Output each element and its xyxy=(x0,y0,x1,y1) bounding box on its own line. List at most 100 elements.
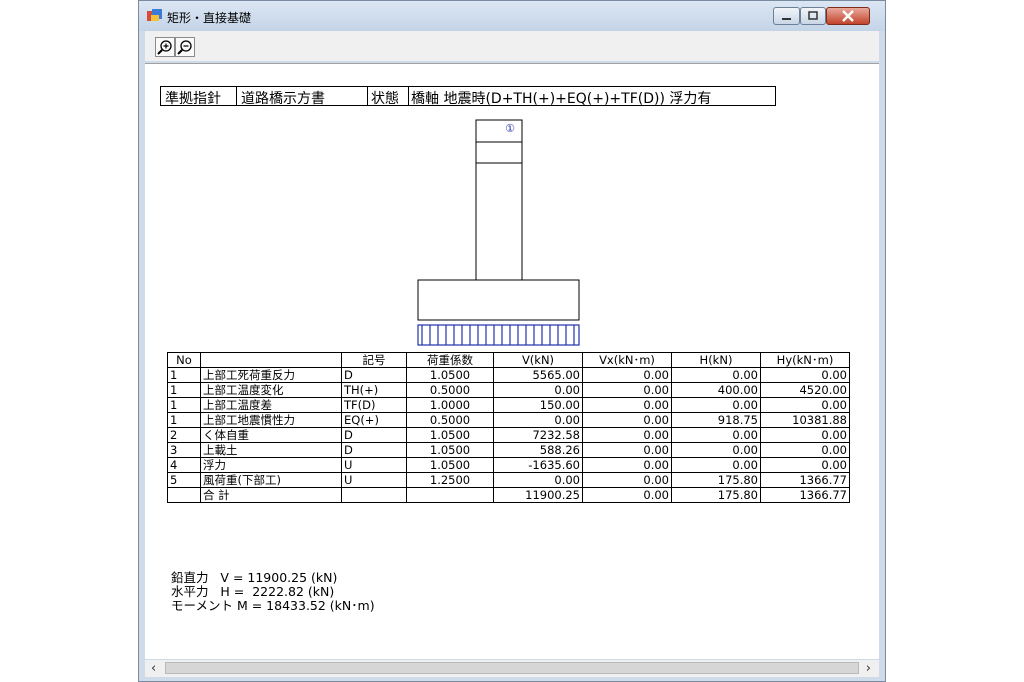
table-cell: 1.0500 xyxy=(406,442,494,458)
table-cell: 0.00 xyxy=(671,442,761,458)
scroll-left-icon[interactable]: ‹ xyxy=(151,660,156,677)
table-cell: D xyxy=(341,367,407,383)
title-bar: 矩形・直接基礎 xyxy=(139,1,885,31)
table-cell: 588.26 xyxy=(493,442,583,458)
table-cell: 4 xyxy=(167,457,201,473)
table-cell: TF(D) xyxy=(341,397,407,413)
minimize-icon xyxy=(782,18,791,20)
table-cell: 1.0500 xyxy=(406,367,494,383)
table-cell: 0.00 xyxy=(760,427,850,443)
table-header: No 記号 荷重係数 V(kN) Vx(kN･m) H(kN) Hy(kN･m) xyxy=(167,352,850,368)
table-cell: 0.00 xyxy=(671,457,761,473)
table-cell: 1.2500 xyxy=(406,472,494,488)
table-cell: No xyxy=(167,352,201,368)
table-cell: 1366.77 xyxy=(760,472,850,488)
state-value: 橋軸 地震時(D+TH(+)+EQ(+)+TF(D)) 浮力有 xyxy=(411,91,712,107)
table-cell: 0.00 xyxy=(493,412,583,428)
table-row: 1 上部工温度差 TF(D) 1.0000 150.00 0.00 0.00 0.00 xyxy=(167,397,850,413)
table-cell: 記号 xyxy=(341,352,407,368)
table-cell: 1 xyxy=(167,367,201,383)
table-cell: 11900.25 xyxy=(493,487,583,503)
table-row: 1 上部工死荷重反力 D 1.0500 5565.00 0.00 0.00 0.00 xyxy=(167,367,850,383)
horizontal-force: 水平力 H = 2222.82 (kN) xyxy=(171,584,335,599)
table-cell: 5 xyxy=(167,472,201,488)
result-summary: 鉛直力 V = 11900.25 (kN) 水平力 H = 2222.82 (k… xyxy=(171,571,375,613)
table-total-row: 合 計 11900.25 0.00 175.80 1366.77 xyxy=(167,487,850,503)
table-cell: 4520.00 xyxy=(760,382,850,398)
zoom-in-button[interactable] xyxy=(155,37,175,57)
table-cell xyxy=(200,352,342,368)
table-cell: V(kN) xyxy=(493,352,583,368)
table-cell: 175.80 xyxy=(671,472,761,488)
table-cell: 0.00 xyxy=(760,442,850,458)
table-cell: 10381.88 xyxy=(760,412,850,428)
moment: モーメント M = 18433.52 (kN･m) xyxy=(171,598,375,613)
criteria-value: 道路橋示方書 xyxy=(241,91,325,107)
criteria-header: 準拠指針 道路橋示方書 状態 橋軸 地震時(D+TH(+)+EQ(+)+TF(D… xyxy=(160,86,776,107)
table-cell: 上部工温度差 xyxy=(200,397,342,413)
table-cell: 0.00 xyxy=(760,367,850,383)
table-cell xyxy=(341,487,407,503)
table-row: 1 上部工地震慣性力 EQ(+) 0.5000 0.00 0.00 918.75 10381.… xyxy=(167,412,850,428)
criteria-label: 準拠指針 xyxy=(165,91,221,107)
table-cell: 0.00 xyxy=(760,457,850,473)
table-cell: 上載土 xyxy=(200,442,342,458)
maximize-icon xyxy=(808,11,818,20)
table-cell: 0.00 xyxy=(582,367,672,383)
window-title: 矩形・直接基礎 xyxy=(167,11,252,25)
table-cell: 0.00 xyxy=(582,427,672,443)
table-cell xyxy=(406,487,494,503)
table-cell: 0.5000 xyxy=(406,382,494,398)
scroll-thumb[interactable] xyxy=(165,662,859,674)
table-cell: 0.00 xyxy=(671,367,761,383)
minimize-button[interactable] xyxy=(773,7,800,25)
table-cell: 0.00 xyxy=(760,397,850,413)
toolbar xyxy=(145,31,879,61)
table-cell: 1.0500 xyxy=(406,427,494,443)
table-cell: -1635.60 xyxy=(493,457,583,473)
table-row: 2 く体自重 D 1.0500 7232.58 0.00 0.00 0.00 xyxy=(167,427,850,443)
close-button[interactable] xyxy=(826,7,870,25)
pier-marker: ① xyxy=(505,122,515,135)
table-cell xyxy=(167,487,201,503)
table-cell: TH(+) xyxy=(341,382,407,398)
table-cell: 1 xyxy=(167,382,201,398)
table-cell: 風荷重(下部工) xyxy=(200,472,342,488)
table-cell: D xyxy=(341,427,407,443)
zoom-in-icon xyxy=(157,40,172,55)
scroll-right-icon[interactable]: › xyxy=(866,660,871,677)
table-cell: 0.00 xyxy=(582,382,672,398)
table-cell: 150.00 xyxy=(493,397,583,413)
table-cell: 2 xyxy=(167,427,201,443)
table-cell: 上部工死荷重反力 xyxy=(200,367,342,383)
table-cell: U xyxy=(341,472,407,488)
table-cell: 0.00 xyxy=(582,457,672,473)
table-row: 4 浮力 U 1.0500 -1635.60 0.00 0.00 0.00 xyxy=(167,457,850,473)
table-cell: 400.00 xyxy=(671,382,761,398)
table-cell: Hy(kN･m) xyxy=(760,352,850,368)
horizontal-scrollbar[interactable]: ‹ › xyxy=(145,660,879,677)
zoom-out-button[interactable] xyxy=(175,37,195,57)
maximize-button[interactable] xyxy=(800,7,826,25)
table-cell: Vx(kN･m) xyxy=(582,352,672,368)
table-row: 5 風荷重(下部工) U 1.2500 0.00 0.00 175.80 1366.77 xyxy=(167,472,850,488)
table-cell: 合 計 xyxy=(200,487,342,503)
vertical-force: 鉛直力 V = 11900.25 (kN) xyxy=(171,570,338,585)
state-label: 状態 xyxy=(371,91,399,107)
table-cell: 0.00 xyxy=(493,472,583,488)
table-cell: 0.00 xyxy=(582,397,672,413)
table-cell: H(kN) xyxy=(671,352,761,368)
table-cell: 1.0000 xyxy=(406,397,494,413)
close-icon xyxy=(842,10,854,22)
table-cell: 175.80 xyxy=(671,487,761,503)
app-icon xyxy=(147,9,162,21)
table-cell: 0.00 xyxy=(493,382,583,398)
table-cell: 918.75 xyxy=(671,412,761,428)
table-cell: 0.00 xyxy=(671,427,761,443)
table-cell: 上部工温度変化 xyxy=(200,382,342,398)
table-cell: 1 xyxy=(167,412,201,428)
table-cell: 0.00 xyxy=(582,442,672,458)
table-cell: 7232.58 xyxy=(493,427,583,443)
table-cell: EQ(+) xyxy=(341,412,407,428)
table-cell: 0.5000 xyxy=(406,412,494,428)
